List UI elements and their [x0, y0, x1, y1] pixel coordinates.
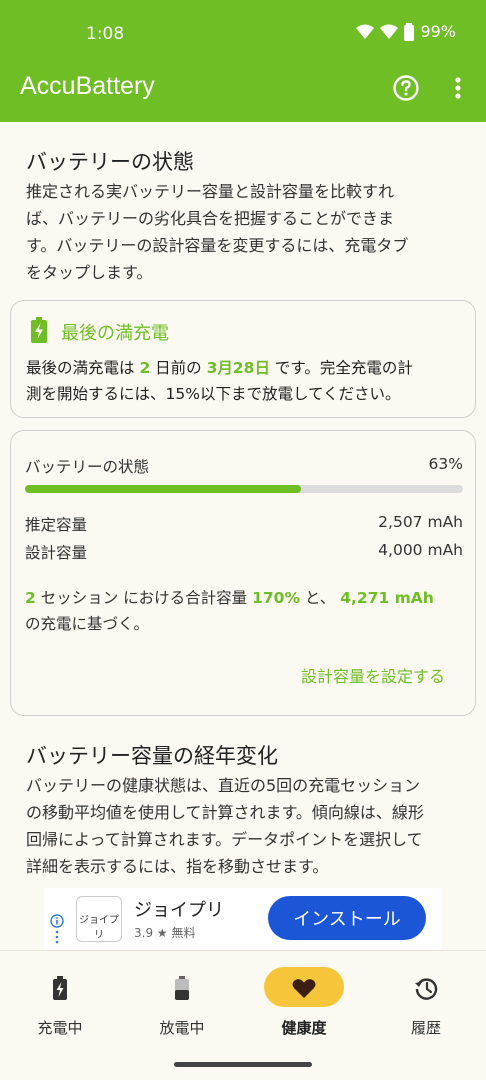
app-title: AccuBattery [20, 72, 155, 100]
description-line: バッテリーの健康状態は、直近の5回の充電セッション [26, 776, 421, 795]
text-segment: と、 [299, 589, 341, 607]
more-options-icon[interactable] [448, 74, 468, 102]
description-line: をタップします。 [26, 263, 153, 282]
history-icon [415, 978, 438, 1000]
nav-label: 履歴 [410, 1019, 441, 1037]
description-line: 回帰によって計算されます。データポイントを選択して [26, 830, 423, 849]
last-charge-date: 3月28日 [206, 359, 270, 377]
help-icon[interactable] [392, 74, 420, 102]
text-segment: です。完全充電の計 [269, 359, 413, 377]
text-segment: 最後の満充電は [26, 359, 140, 377]
battery-health-card: バッテリーの状態 63% 推定容量 2,507 mAh 設計容量 4,000 m… [10, 430, 476, 716]
sessions-count: 2 [25, 589, 36, 607]
days-ago-value: 2 [139, 359, 151, 377]
description-line: の移動平均値を使用して計算されます。傾向線は、線形 [26, 803, 424, 822]
set-design-capacity-button[interactable]: 設計容量を設定する [301, 663, 445, 687]
health-progress-bar [25, 485, 463, 493]
description-line: 推定される実バッテリー容量と設計容量を比較すれ [26, 182, 395, 201]
heart-icon [292, 979, 316, 998]
home-indicator[interactable] [174, 1062, 312, 1067]
status-icons: 99% [356, 22, 456, 41]
capacity-over-time-description: バッテリーの健康状態は、直近の5回の充電セッション の移動平均値を使用して計算さ… [26, 772, 468, 880]
signal-icon [380, 24, 399, 39]
text-segment: セッション における合計容量 [35, 589, 253, 607]
total-capacity-mah: 4,271 mAh [340, 589, 434, 607]
ad-app-name[interactable]: ジョイプリ [134, 896, 224, 922]
ad-info-icon[interactable] [50, 914, 64, 928]
design-capacity-label: 設計容量 [25, 544, 88, 562]
health-percent: 63% [428, 455, 463, 473]
description-line: 詳細を表示するには、指を移動させます。 [26, 857, 329, 876]
estimated-capacity-value: 2,507 mAh [378, 513, 463, 531]
ad-banner[interactable]: ジョイプリ ジョイプリ 3.9 ★ 無料 インストール [44, 888, 442, 950]
health-label: バッテリーの状態 [25, 458, 150, 476]
battery-health-description: 推定される実バッテリー容量と設計容量を比較すれ ば、バッテリーの劣化具合を把握す… [26, 178, 468, 286]
nav-item-discharging[interactable]: 放電中 [122, 951, 242, 1051]
total-capacity-percent: 170% [252, 589, 300, 607]
battery-percent: 99% [420, 22, 456, 41]
ad-options-icon[interactable] [55, 930, 59, 944]
design-capacity-row: 設計容量 4,000 mAh [25, 541, 463, 563]
ad-app-rating: 3.9 ★ 無料 [134, 926, 196, 940]
design-capacity-value: 4,000 mAh [378, 541, 463, 559]
nav-label: 健康度 [281, 1019, 327, 1037]
last-full-charge-text: 最後の満充電は 2 日前の 3月28日 です。完全充電の計 測を開始するには、1… [26, 355, 466, 407]
last-full-charge-card: 最後の満充電 最後の満充電は 2 日前の 3月28日 です。完全充電の計 測を開… [10, 300, 476, 418]
text-segment: の充電に基づく。 [25, 615, 150, 633]
text-segment: 測を開始するには、15%以下まで放電してください。 [26, 385, 401, 403]
app-bar: AccuBattery [0, 64, 486, 122]
status-time: 1:08 [86, 24, 125, 44]
wifi-icon [356, 24, 375, 39]
nav-item-history[interactable]: 履歴 [366, 951, 486, 1051]
description-line: ば、バッテリーの劣化具合を把握することができま [26, 209, 395, 228]
description-line: す。バッテリーの設計容量を変更するには、充電タブ [26, 236, 409, 255]
battery-icon [404, 22, 415, 41]
section-title-capacity-over-time: バッテリー容量の経年変化 [26, 744, 278, 768]
section-title-battery-health: バッテリーの状態 [26, 150, 194, 174]
health-row: バッテリーの状態 63% [25, 455, 463, 477]
nav-label: 放電中 [159, 1019, 205, 1037]
nav-label: 充電中 [37, 1019, 83, 1037]
battery-bolt-icon [31, 317, 47, 343]
nav-item-charging[interactable]: 充電中 [0, 951, 120, 1051]
estimated-capacity-label: 推定容量 [25, 516, 88, 534]
sessions-summary: 2 セッション における合計容量 170% と、 4,271 mAh の充電に基… [25, 585, 463, 637]
health-content[interactable]: バッテリーの状態 推定される実バッテリー容量と設計容量を比較すれ ば、バッテリー… [0, 122, 486, 888]
ad-install-button[interactable]: インストール [268, 896, 426, 940]
battery-discharging-icon [175, 976, 189, 1000]
health-progress-fill [25, 485, 301, 493]
last-full-charge-title: 最後の満充電 [61, 323, 169, 344]
nav-item-health[interactable]: 健康度 [244, 951, 364, 1051]
bottom-navigation: 充電中 放電中 健康度 履歴 [0, 950, 486, 1080]
estimated-capacity-row: 推定容量 2,507 mAh [25, 513, 463, 535]
battery-charging-icon [53, 976, 67, 1000]
text-segment: 日前の [150, 359, 207, 377]
ad-app-icon[interactable]: ジョイプリ [76, 896, 122, 942]
status-bar: 1:08 99% [0, 0, 486, 64]
